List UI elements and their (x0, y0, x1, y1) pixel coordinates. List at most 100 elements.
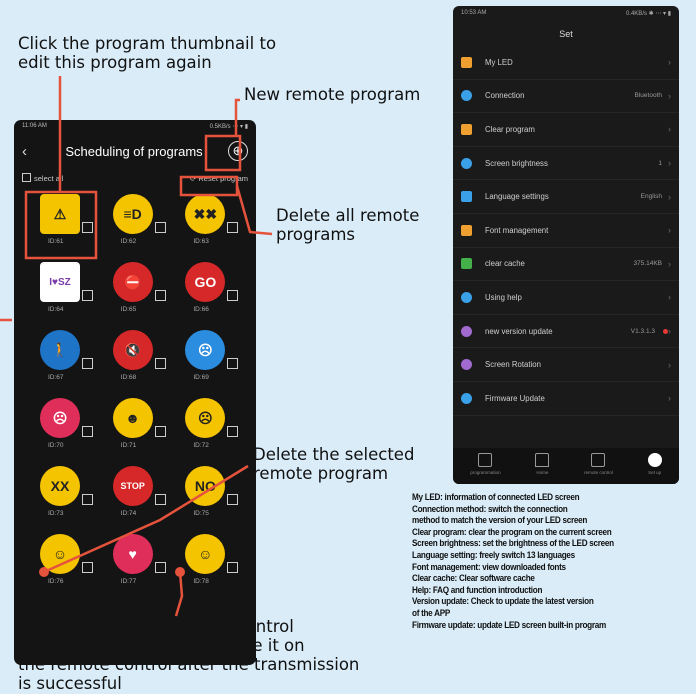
i-love-sz-icon[interactable]: I♥SZ (40, 262, 80, 302)
help-icon (461, 291, 472, 303)
go-sign-icon[interactable]: GO (185, 262, 226, 302)
program-item[interactable]: ≡D ID:62 (101, 194, 174, 252)
program-item[interactable]: ☺ ID:76 (28, 534, 101, 592)
cool-face-icon[interactable]: ☻ (112, 398, 153, 438)
settings-item-label: Screen brightness (485, 158, 548, 168)
wink-face-icon[interactable]: ☺ (40, 534, 80, 574)
callout-thumbnail-line1: Click the program thumbnail to edit this… (18, 34, 277, 72)
emoji-face-icon[interactable]: ✖✖ (185, 194, 226, 234)
settings-item[interactable]: Using help › (453, 281, 679, 315)
sad-face-icon[interactable]: ☹ (40, 398, 80, 438)
settings-item[interactable]: Screen brightness 1 › (453, 147, 679, 181)
stop-sign-icon[interactable]: STOP (112, 466, 153, 506)
settings-phone: 10:53 AM 0.4KB/s ✱ ⋯ ▾ ▮ Set My LED › Conn… (453, 6, 679, 484)
description-line: method to match the version of your LED … (412, 515, 588, 527)
program-item[interactable]: ✖✖ ID:63 (173, 194, 246, 252)
program-id: ID:70 (48, 442, 64, 449)
program-checkbox[interactable] (82, 494, 93, 505)
rotation-icon (461, 359, 472, 371)
smile-face-icon[interactable]: ☺ (185, 534, 226, 574)
chevron-right-icon: › (668, 124, 671, 135)
settings-descriptions: My LED: information of connected LED scr… (412, 492, 696, 631)
description-line: Clear program: clear the program on the … (412, 526, 612, 538)
settings-item[interactable]: Screen Rotation › (453, 348, 679, 382)
program-item[interactable]: ☹ ID:70 (28, 398, 101, 456)
program-checkbox[interactable] (154, 426, 166, 437)
emoji-face-icon[interactable]: ≡D (112, 194, 153, 234)
add-remote-program-button[interactable]: ⊕ (228, 141, 248, 161)
chevron-right-icon: › (668, 359, 671, 370)
program-checkbox[interactable] (82, 358, 93, 369)
settings-item[interactable]: clear cache 375.14KB › (453, 248, 679, 282)
program-checkbox[interactable] (227, 562, 239, 573)
settings-item[interactable]: new version update V1.3.1.3 › (453, 315, 679, 349)
program-item[interactable]: 🚶 ID:67 (28, 330, 101, 388)
heart-icon[interactable]: ♥ (112, 534, 153, 574)
program-checkbox[interactable] (82, 426, 93, 437)
back-icon[interactable]: ‹ (22, 143, 46, 160)
program-item[interactable]: ☹ ID:69 (173, 330, 246, 388)
settings-item-label: Font management (485, 225, 549, 235)
no-entry-icon[interactable]: ⛔ (112, 262, 153, 302)
program-id: ID:71 (120, 442, 137, 449)
construction-sign-icon[interactable]: ⚠ (40, 194, 80, 234)
chevron-right-icon: › (668, 292, 671, 303)
program-id: ID:61 (48, 238, 64, 245)
program-item[interactable]: ☻ ID:71 (101, 398, 174, 456)
tab-remote[interactable]: remote control (584, 453, 613, 475)
program-checkbox[interactable] (154, 562, 166, 573)
program-checkbox[interactable] (154, 222, 166, 233)
no-face-icon[interactable]: NO (185, 466, 226, 506)
program-id: ID:65 (120, 306, 137, 313)
tab-program-list[interactable]: programmation (470, 453, 501, 475)
grimace-face-icon[interactable]: ☹ (185, 330, 226, 370)
program-item[interactable]: STOP ID:74 (101, 466, 174, 524)
program-checkbox[interactable] (154, 358, 166, 369)
settings-item-label: Clear program (485, 124, 535, 134)
language-icon (461, 191, 472, 203)
settings-item-label: Using help (485, 292, 522, 302)
description-line: Screen brightness: set the brightness of… (412, 538, 614, 550)
description-line: Firmware update: update LED screen built… (412, 619, 606, 631)
program-item[interactable]: GO ID:66 (173, 262, 246, 320)
program-item[interactable]: ♥ ID:77 (101, 534, 174, 592)
program-item[interactable]: ☺ ID:78 (173, 534, 246, 592)
tab-gear[interactable]: Set up (647, 453, 662, 475)
tab-label: Home (536, 470, 549, 475)
settings-item-label: Firmware Update (485, 393, 545, 403)
reset-program-button[interactable]: ⟳ Reset program (190, 174, 248, 183)
chevron-right-icon: › (668, 225, 671, 236)
settings-item[interactable]: Font management › (453, 214, 679, 248)
program-checkbox[interactable] (227, 222, 239, 233)
program-item[interactable]: ☹ ID:72 (173, 398, 246, 456)
program-item[interactable]: ⚠ ID:61 (28, 194, 101, 252)
tab-home[interactable]: Home (535, 453, 550, 475)
program-id: ID:77 (120, 578, 137, 585)
program-item[interactable]: NO ID:75 (173, 466, 246, 524)
program-checkbox[interactable] (82, 562, 93, 573)
program-checkbox[interactable] (154, 290, 166, 301)
pedestrian-icon[interactable]: 🚶 (40, 330, 80, 370)
settings-item[interactable]: Connection Bluetooth › (453, 80, 679, 114)
bluetooth-icon (461, 90, 472, 102)
settings-item[interactable]: My LED › (453, 46, 679, 80)
program-item[interactable]: I♥SZ ID:64 (28, 262, 101, 320)
dizzy-face-icon[interactable]: XX (40, 466, 80, 506)
select-all-checkbox[interactable]: select all (22, 173, 63, 183)
program-checkbox[interactable] (227, 494, 239, 505)
shocked-face-icon[interactable]: ☹ (185, 398, 226, 438)
remote-icon (591, 453, 606, 467)
program-item[interactable]: 🔇 ID:68 (101, 330, 174, 388)
program-item[interactable]: XX ID:73 (28, 466, 101, 524)
program-checkbox[interactable] (227, 358, 239, 369)
program-item[interactable]: ⛔ ID:65 (101, 262, 174, 320)
program-checkbox[interactable] (82, 222, 93, 233)
settings-item[interactable]: Clear program › (453, 113, 679, 147)
no-sound-icon[interactable]: 🔇 (112, 330, 153, 370)
program-checkbox[interactable] (227, 290, 239, 301)
program-checkbox[interactable] (82, 290, 93, 301)
settings-item[interactable]: Firmware Update › (453, 382, 679, 416)
program-checkbox[interactable] (154, 494, 166, 505)
settings-item[interactable]: Language settings English › (453, 180, 679, 214)
program-checkbox[interactable] (227, 426, 239, 437)
